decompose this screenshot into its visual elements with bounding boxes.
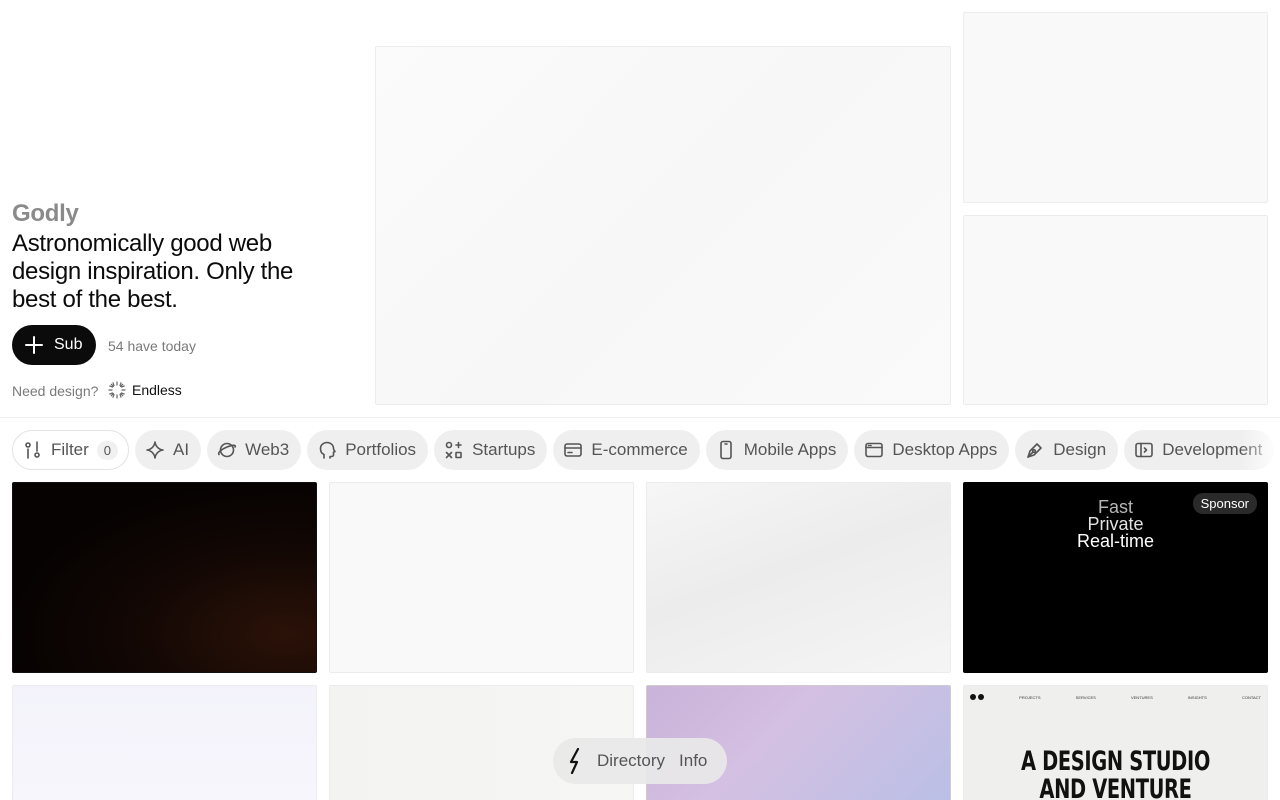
site-card[interactable]: [12, 685, 317, 800]
studio-headline-line: AND VENTURE PARTNER: [1039, 774, 1192, 800]
sponsor-card[interactable]: Fast Private Real-time Sponsor: [963, 482, 1268, 673]
subscriber-count: 54 have today: [108, 338, 196, 354]
site-card[interactable]: PROJECTS SERVICES VENTURES INSIGHTS CONT…: [963, 685, 1268, 800]
subscribe-button[interactable]: Sub: [12, 325, 96, 365]
category-label: AI: [173, 440, 190, 459]
site-card[interactable]: [329, 482, 634, 673]
category-web3[interactable]: Web3: [207, 430, 302, 470]
shapes-icon: [445, 441, 462, 459]
site-card[interactable]: [646, 482, 951, 673]
category-mobile-apps[interactable]: Mobile Apps: [705, 430, 849, 470]
filter-button[interactable]: Filter 0: [12, 430, 130, 470]
studio-nav-item: SERVICES: [1075, 694, 1096, 700]
studio-nav-item: VENTURES: [1130, 694, 1153, 700]
filter-label: Filter: [51, 440, 89, 459]
info-link[interactable]: Info: [679, 751, 707, 771]
phone-icon: [719, 440, 732, 460]
category-label: Mobile Apps: [743, 440, 837, 459]
sunburst-icon: [108, 381, 126, 399]
sponsor-line: Real-time: [1076, 531, 1155, 551]
category-ecommerce[interactable]: E-commerce: [553, 430, 700, 470]
side-preview-top[interactable]: [963, 12, 1268, 203]
studio-logo: [970, 694, 984, 700]
category-label: E-commerce: [591, 440, 688, 459]
pen-nib-icon: [1027, 443, 1043, 458]
studio-nav-item: CONTACT: [1241, 694, 1261, 700]
site-card[interactable]: [12, 482, 317, 673]
head-icon: [319, 441, 336, 459]
need-design-label: Need design?: [12, 383, 99, 399]
endless-link[interactable]: Endless: [108, 381, 182, 399]
side-preview-bottom[interactable]: [963, 215, 1268, 405]
sliders-icon: [25, 441, 40, 459]
category-design[interactable]: Design: [1015, 430, 1119, 470]
category-filter-bar: Filter 0 AI Web3 Portfolios Startups E-c…: [0, 430, 1280, 470]
sparkle-icon: [146, 441, 164, 459]
category-label: Web3: [245, 440, 290, 459]
studio-nav-item: INSIGHTS: [1187, 694, 1207, 700]
brand-name[interactable]: Godly: [12, 200, 79, 228]
subscribe-label: Sub: [54, 336, 83, 353]
credit-card-icon: [564, 443, 583, 457]
bottom-nav: Directory Info: [553, 738, 727, 784]
tagline: Astronomically good web design inspirati…: [12, 230, 294, 313]
code-window-icon: [1135, 442, 1153, 458]
category-startups[interactable]: Startups: [434, 430, 548, 470]
studio-headline-line: A DESIGN STUDIO: [1021, 746, 1210, 777]
category-label: Portfolios: [345, 440, 417, 459]
category-ai[interactable]: AI: [135, 430, 202, 470]
category-label: Startups: [472, 440, 536, 459]
endless-label: Endless: [132, 382, 182, 398]
studio-nav-item: PROJECTS: [1019, 694, 1041, 700]
category-development[interactable]: Development: [1124, 430, 1275, 470]
plus-icon: [25, 336, 43, 354]
category-label: Design: [1053, 440, 1107, 459]
category-label: Development: [1162, 440, 1263, 459]
sponsor-badge: Sponsor: [1192, 493, 1257, 514]
hero-section: Godly Astronomically good web design ins…: [0, 0, 1280, 418]
featured-preview[interactable]: [375, 46, 951, 405]
planet-icon: [218, 442, 237, 458]
category-portfolios[interactable]: Portfolios: [307, 430, 429, 470]
filter-count-badge: 0: [96, 440, 119, 460]
browser-window-icon: [865, 442, 884, 458]
lightning-bolt-icon[interactable]: [567, 748, 583, 774]
studio-nav: PROJECTS SERVICES VENTURES INSIGHTS CONT…: [970, 692, 1261, 702]
category-desktop-apps[interactable]: Desktop Apps: [854, 430, 1010, 470]
studio-headline: A DESIGN STUDIO AND VENTURE PARTNER: [1006, 748, 1224, 800]
directory-link[interactable]: Directory: [597, 751, 665, 771]
category-label: Desktop Apps: [892, 440, 998, 459]
